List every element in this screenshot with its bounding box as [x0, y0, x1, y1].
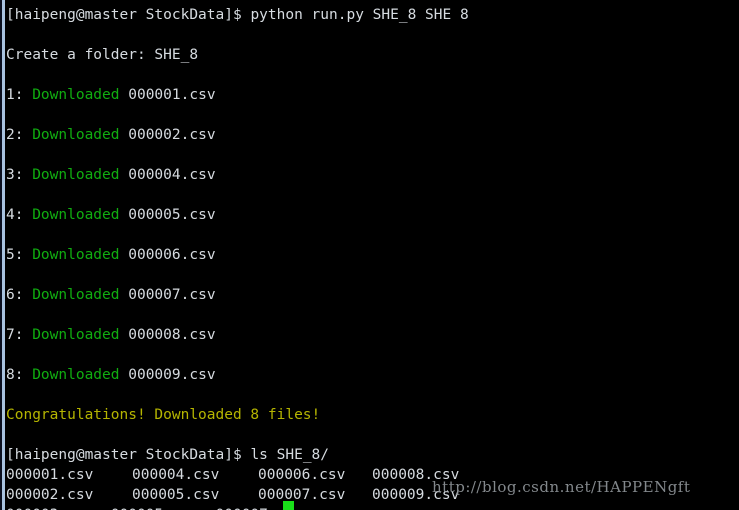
shell-prompt: [haipeng@master StockData]$ — [6, 7, 251, 23]
terminal-line-download-4: 4: Downloaded 000005.csv — [6, 205, 216, 225]
terminal-line-download-8: 8: Downloaded 000009.csv — [6, 365, 216, 385]
download-index-3: 3: — [6, 167, 33, 183]
ls-file-cell: 000007.csv — [258, 487, 346, 503]
terminal-line-download-2: 2: Downloaded 000002.csv — [6, 125, 216, 145]
command-text-python: python run.py SHE_8 SHE 8 — [250, 7, 469, 23]
terminal-line-download-6: 6: Downloaded 000007.csv — [6, 285, 216, 305]
terminal-line-command-2: [haipeng@master StockData]$ ls SHE_8/ — [6, 445, 329, 465]
terminal-window[interactable]: [haipeng@master StockData]$ python run.p… — [0, 0, 739, 510]
ls-file-cell: 000004.csv — [132, 467, 220, 483]
download-status-5: Downloaded — [32, 247, 120, 263]
download-file-6: 000007.csv — [119, 287, 216, 303]
download-status-6: Downloaded — [32, 287, 120, 303]
download-index-1: 1: — [6, 87, 33, 103]
ls-output-row-3-partial: 000003.csv 000005.csv 000007.csv — [6, 505, 303, 510]
ls-file-cell: 000005.csv — [132, 487, 220, 503]
terminal-line-download-7: 7: Downloaded 000008.csv — [6, 325, 216, 345]
download-status-8: Downloaded — [32, 367, 120, 383]
download-file-4: 000005.csv — [119, 207, 216, 223]
download-index-6: 6: — [6, 287, 33, 303]
terminal-line-create-folder: Create a folder: SHE_8 — [6, 47, 199, 63]
download-file-3: 000004.csv — [119, 167, 216, 183]
ls-file-cell: 000001.csv — [6, 467, 94, 483]
ls-output-row-2: 000002.csv 000005.csv 000007.csv 000009.csv — [6, 485, 459, 505]
download-index-5: 5: — [6, 247, 33, 263]
terminal-line-download-5: 5: Downloaded 000006.csv — [6, 245, 216, 265]
download-status-4: Downloaded — [32, 207, 120, 223]
download-index-4: 4: — [6, 207, 33, 223]
terminal-line-congratulations: Congratulations! Downloaded 8 files! — [6, 407, 321, 423]
download-index-2: 2: — [6, 127, 33, 143]
download-status-2: Downloaded — [32, 127, 120, 143]
watermark-text: http://blog.csdn.net/HAPPENgft — [432, 478, 691, 496]
terminal-line-download-3: 3: Downloaded 000004.csv — [6, 165, 216, 185]
download-index-8: 8: — [6, 367, 33, 383]
download-file-1: 000001.csv — [119, 87, 216, 103]
terminal-cursor — [283, 501, 294, 510]
download-file-7: 000008.csv — [119, 327, 216, 343]
ls-output-row-1: 000001.csv 000004.csv 000006.csv 000008.csv — [6, 465, 459, 485]
terminal-line-download-1: 1: Downloaded 000001.csv — [6, 85, 216, 105]
terminal-screen[interactable]: [haipeng@master StockData]$ python run.p… — [5, 0, 739, 510]
command-text-ls: ls SHE_8/ — [250, 447, 330, 463]
ls-file-cell: 000002.csv — [6, 487, 94, 503]
download-status-7: Downloaded — [32, 327, 120, 343]
download-index-7: 7: — [6, 327, 33, 343]
shell-prompt-2: [haipeng@master StockData]$ — [6, 447, 251, 463]
ls-file-cell: 000006.csv — [258, 467, 346, 483]
download-status-3: Downloaded — [32, 167, 120, 183]
download-file-8: 000009.csv — [119, 367, 216, 383]
download-status-1: Downloaded — [32, 87, 120, 103]
download-file-5: 000006.csv — [119, 247, 216, 263]
download-file-2: 000002.csv — [119, 127, 216, 143]
terminal-line-command-1: [haipeng@master StockData]$ python run.p… — [6, 5, 469, 25]
